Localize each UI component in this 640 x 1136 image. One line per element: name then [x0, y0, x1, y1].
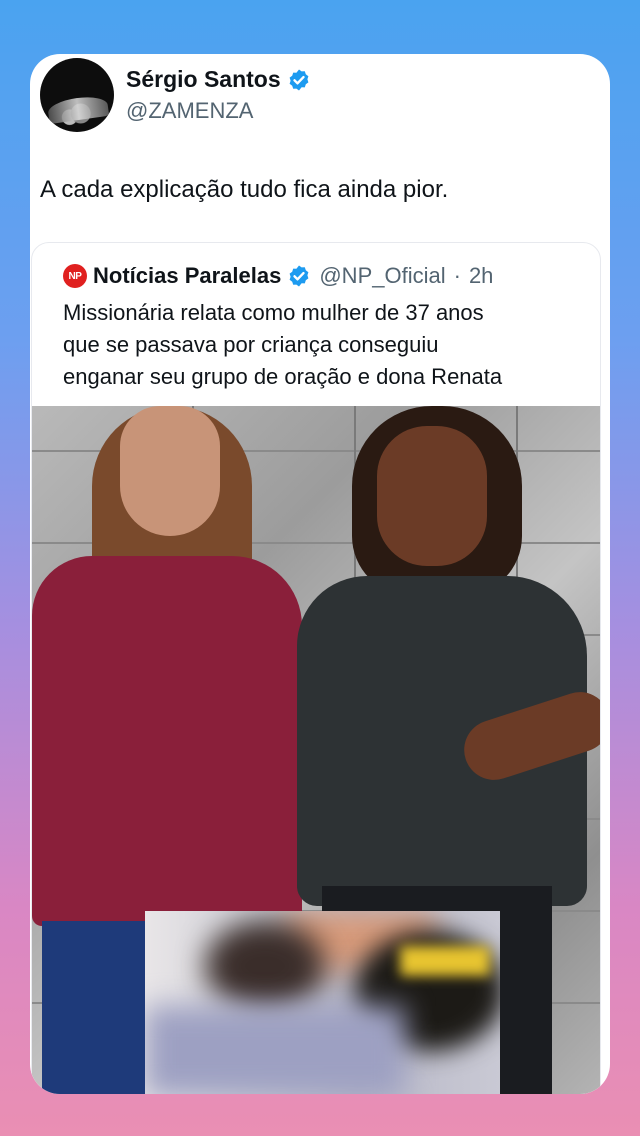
verified-badge-icon: [289, 265, 309, 287]
quoted-text-line: Missionária relata como mulher de 37 ano…: [63, 300, 484, 325]
quoted-text-line: enganar seu grupo de oração e dona Renat…: [63, 364, 503, 389]
quoted-author-name[interactable]: Notícias Paralelas: [93, 263, 281, 289]
author-row: Sérgio Santos: [126, 66, 311, 93]
quoted-tweet-header: NP Notícias Paralelas @NP_Oficial · 2h: [63, 263, 493, 289]
verified-badge-icon: [289, 69, 309, 90]
tweet-card: Sérgio Santos @ZAMENZA A cada explicação…: [30, 54, 610, 1094]
timestamp[interactable]: 2h: [469, 263, 493, 289]
author-handle[interactable]: @ZAMENZA: [126, 98, 253, 124]
tweet-text: A cada explicação tudo fica ainda pior.: [40, 176, 449, 203]
quoted-text-line: que se passava por criança conseguiu: [63, 332, 439, 357]
blurred-inset-image: [145, 911, 500, 1094]
right-person-face: [377, 426, 487, 566]
quoted-tweet[interactable]: NP Notícias Paralelas @NP_Oficial · 2h M…: [31, 242, 601, 1094]
separator-dot: ·: [453, 263, 461, 288]
author-name[interactable]: Sérgio Santos: [126, 66, 281, 93]
quoted-author-handle[interactable]: @NP_Oficial: [319, 263, 445, 289]
tweet-media-photo[interactable]: [32, 406, 600, 1094]
avatar[interactable]: [40, 58, 114, 132]
quoted-tweet-text: Missionária relata como mulher de 37 ano…: [63, 297, 583, 393]
np-logo-icon: NP: [63, 264, 87, 288]
left-person-face: [120, 406, 220, 536]
left-person-body: [32, 556, 302, 926]
